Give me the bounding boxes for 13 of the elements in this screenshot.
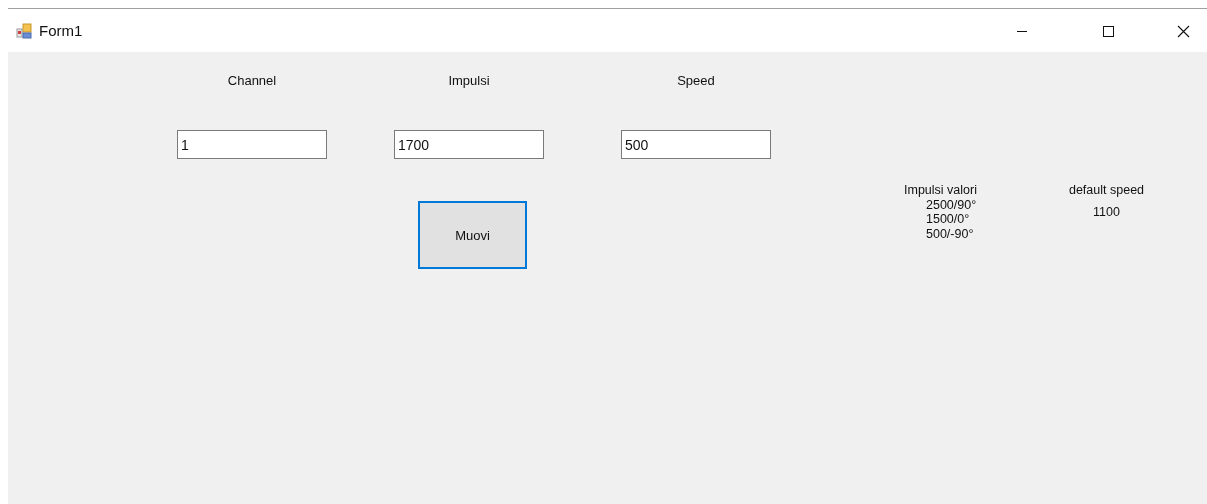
field-label: Impulsi [448,72,490,88]
field-label: Channel [227,72,277,88]
input-field[interactable]: 1 [177,130,327,159]
input-field[interactable]: 500 [621,130,771,159]
muovi-button[interactable]: Muovi [418,201,527,269]
info-label: Impulsi valori [904,183,977,198]
info-label: default speed [1068,183,1145,198]
input-field[interactable]: 1700 [394,130,544,159]
field-label: Speed [677,72,715,88]
app-icon [16,22,32,39]
window-title: Form1 [39,22,83,39]
info-values: 1100 [1093,204,1120,219]
info-values: 2500/90° 1500/0° 500/-90° [926,197,977,241]
